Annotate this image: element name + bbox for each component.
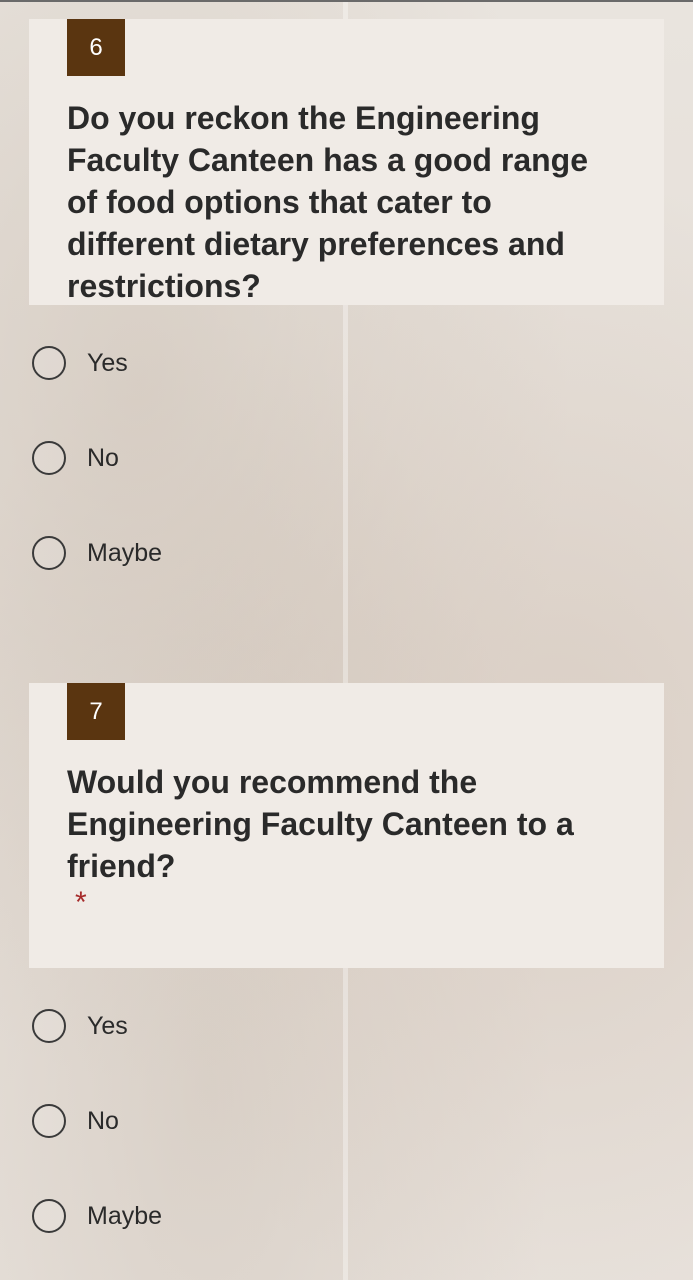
required-marker: * [75,886,87,919]
option-q6-maybe[interactable]: Maybe [32,533,162,573]
radio-button[interactable] [32,1199,66,1233]
question-number-badge: 6 [67,19,125,76]
option-q6-yes[interactable]: Yes [32,343,128,383]
option-q6-no[interactable]: No [32,438,119,478]
question-number-badge: 7 [67,683,125,740]
top-divider [0,0,693,2]
question-text: Would you recommend the Engineering Facu… [67,764,574,884]
question-card-7: 7 Would you recommend the Engineering Fa… [29,683,664,968]
radio-button[interactable] [32,346,66,380]
option-label: Yes [87,348,128,377]
option-label: Maybe [87,538,163,567]
option-label: No [87,1106,119,1135]
option-label: Yes [87,1011,128,1040]
radio-button[interactable] [32,1104,66,1138]
question-card-6: 6 Do you reckon the Engineering Faculty … [29,19,664,305]
option-q7-no[interactable]: No [32,1101,119,1141]
option-q7-maybe[interactable]: Maybe [32,1196,162,1236]
option-q7-yes[interactable]: Yes [32,1006,128,1046]
question-text: Do you reckon the Engineering Faculty Ca… [67,100,588,304]
option-label: No [87,443,119,472]
option-label: Maybe [87,1201,163,1230]
radio-button[interactable] [32,536,66,570]
radio-button[interactable] [32,1009,66,1043]
radio-button[interactable] [32,441,66,475]
